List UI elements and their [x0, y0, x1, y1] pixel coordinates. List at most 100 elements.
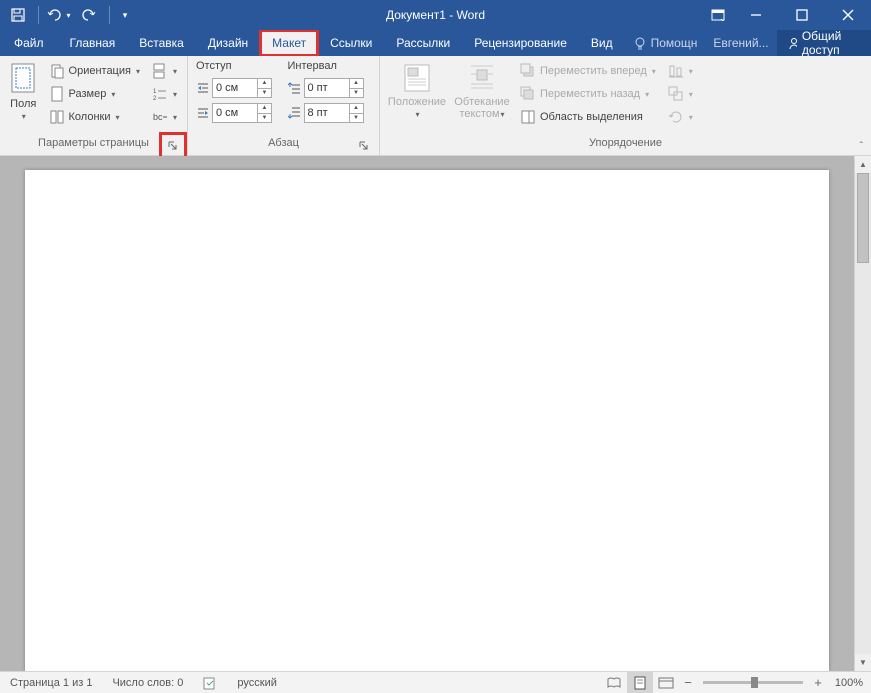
hyphenation-button[interactable]: bc▾: [148, 106, 181, 128]
lightbulb-icon: [633, 36, 647, 50]
tab-file[interactable]: Файл: [0, 30, 58, 56]
window-title: Документ1 - Word: [386, 8, 485, 22]
web-layout-button[interactable]: [653, 672, 679, 693]
save-button[interactable]: [6, 3, 30, 27]
document-canvas[interactable]: [0, 156, 854, 671]
svg-text:bc: bc: [153, 112, 163, 122]
indent-left-input[interactable]: [212, 78, 258, 98]
tab-references[interactable]: Ссылки: [318, 30, 384, 56]
account-label: Евгений...: [713, 36, 768, 50]
window-controls: [703, 0, 871, 30]
breaks-button[interactable]: ▾: [148, 60, 181, 82]
hyphenation-icon: bc: [152, 109, 168, 125]
space-after-spinner[interactable]: ▲▼: [350, 103, 364, 123]
word-count-status[interactable]: Число слов: 0: [102, 672, 193, 693]
share-button[interactable]: Общий доступ: [777, 30, 871, 56]
space-before-spinner[interactable]: ▲▼: [350, 78, 364, 98]
ribbon-tabs: Файл Главная Вставка Дизайн Макет Ссылки…: [0, 30, 871, 56]
collapse-ribbon-button[interactable]: ˆ: [860, 141, 863, 152]
send-backward-button[interactable]: Переместить назад▾: [516, 83, 660, 105]
indent-left-control: ▲▼: [194, 77, 282, 99]
tell-me-label: Помощн: [651, 36, 698, 50]
scroll-track[interactable]: [855, 173, 871, 654]
zoom-slider[interactable]: [703, 681, 803, 684]
zoom-slider-thumb[interactable]: [751, 677, 758, 688]
tab-insert[interactable]: Вставка: [127, 30, 196, 56]
separator: [109, 6, 110, 24]
account-button[interactable]: Евгений...: [705, 36, 776, 50]
redo-button[interactable]: [77, 3, 101, 27]
group-objects-button[interactable]: ▾: [664, 83, 697, 105]
tab-layout[interactable]: Макет: [260, 30, 318, 56]
tab-review[interactable]: Рецензирование: [462, 30, 579, 56]
bring-forward-button[interactable]: Переместить вперед▾: [516, 60, 660, 82]
wrap-text-icon: [467, 62, 497, 94]
orientation-button[interactable]: Ориентация▾: [45, 60, 144, 82]
page-setup-launcher[interactable]: [162, 135, 184, 157]
line-numbers-button[interactable]: 12▾: [148, 83, 181, 105]
maximize-button[interactable]: [779, 0, 825, 30]
columns-icon: [49, 109, 65, 125]
margins-button[interactable]: Поля▾: [6, 60, 41, 137]
group-paragraph-label: Абзац: [268, 137, 299, 149]
scroll-down-button[interactable]: ▼: [855, 654, 871, 671]
columns-button[interactable]: Колонки▾: [45, 106, 144, 128]
minimize-button[interactable]: [733, 0, 779, 30]
align-button[interactable]: ▾: [664, 60, 697, 82]
indent-left-icon: [194, 81, 212, 95]
space-after-input[interactable]: [304, 103, 350, 123]
print-layout-button[interactable]: [627, 672, 653, 693]
orientation-label: Ориентация: [69, 65, 131, 77]
tab-mailings[interactable]: Рассылки: [384, 30, 462, 56]
scroll-up-button[interactable]: ▲: [855, 156, 871, 173]
space-after-control: ▲▼: [286, 102, 374, 124]
selection-pane-icon: [520, 109, 536, 125]
zoom-level[interactable]: 100%: [827, 677, 871, 689]
breaks-icon: [152, 63, 168, 79]
indent-right-input[interactable]: [212, 103, 258, 123]
undo-button[interactable]: ▾: [47, 3, 71, 27]
indent-right-spinner[interactable]: ▲▼: [258, 103, 272, 123]
position-button[interactable]: Положение▾: [386, 60, 448, 137]
selection-pane-button[interactable]: Область выделения: [516, 106, 660, 128]
ribbon-display-options-button[interactable]: [703, 9, 733, 21]
wrap-text-button[interactable]: Обтекание текстом▾: [452, 60, 512, 137]
indent-left-spinner[interactable]: ▲▼: [258, 78, 272, 98]
proofing-status[interactable]: [193, 672, 227, 693]
rotate-button[interactable]: ▾: [664, 106, 697, 128]
orientation-icon: [49, 63, 65, 79]
share-label: Общий доступ: [802, 29, 861, 57]
scroll-thumb[interactable]: [857, 173, 869, 263]
group-paragraph: Отступ ▲▼ ▲▼ Интервал ▲▼: [188, 56, 380, 155]
selection-pane-label: Область выделения: [540, 111, 643, 123]
document-area: ▲ ▼: [0, 156, 871, 671]
tab-design[interactable]: Дизайн: [196, 30, 260, 56]
bring-forward-label: Переместить вперед: [540, 65, 647, 77]
columns-label: Колонки: [69, 111, 111, 123]
position-label: Положение: [388, 96, 446, 108]
margins-icon: [8, 62, 38, 96]
zoom-in-button[interactable]: +: [809, 675, 827, 690]
language-status[interactable]: русский: [227, 672, 286, 693]
tab-view[interactable]: Вид: [579, 30, 625, 56]
paragraph-launcher[interactable]: [357, 139, 371, 153]
qat-customize-button[interactable]: ▾: [118, 3, 132, 27]
vertical-scrollbar[interactable]: ▲ ▼: [854, 156, 871, 671]
zoom-out-button[interactable]: −: [679, 675, 697, 690]
status-bar: Страница 1 из 1 Число слов: 0 русский − …: [0, 671, 871, 693]
group-arrange: Положение▾ Обтекание текстом▾ Переместит…: [380, 56, 871, 155]
read-mode-icon: [606, 676, 622, 690]
size-button[interactable]: Размер▾: [45, 83, 144, 105]
close-button[interactable]: [825, 0, 871, 30]
space-before-control: ▲▼: [286, 77, 374, 99]
read-mode-button[interactable]: [601, 672, 627, 693]
line-numbers-icon: 12: [152, 86, 168, 102]
tell-me-button[interactable]: Помощн: [625, 36, 706, 50]
document-page[interactable]: [25, 170, 829, 671]
space-before-input[interactable]: [304, 78, 350, 98]
size-label: Размер: [69, 88, 107, 100]
group-page-setup-label: Параметры страницы: [38, 137, 149, 149]
tab-home[interactable]: Главная: [58, 30, 128, 56]
page-number-status[interactable]: Страница 1 из 1: [0, 672, 102, 693]
position-icon: [402, 62, 432, 94]
